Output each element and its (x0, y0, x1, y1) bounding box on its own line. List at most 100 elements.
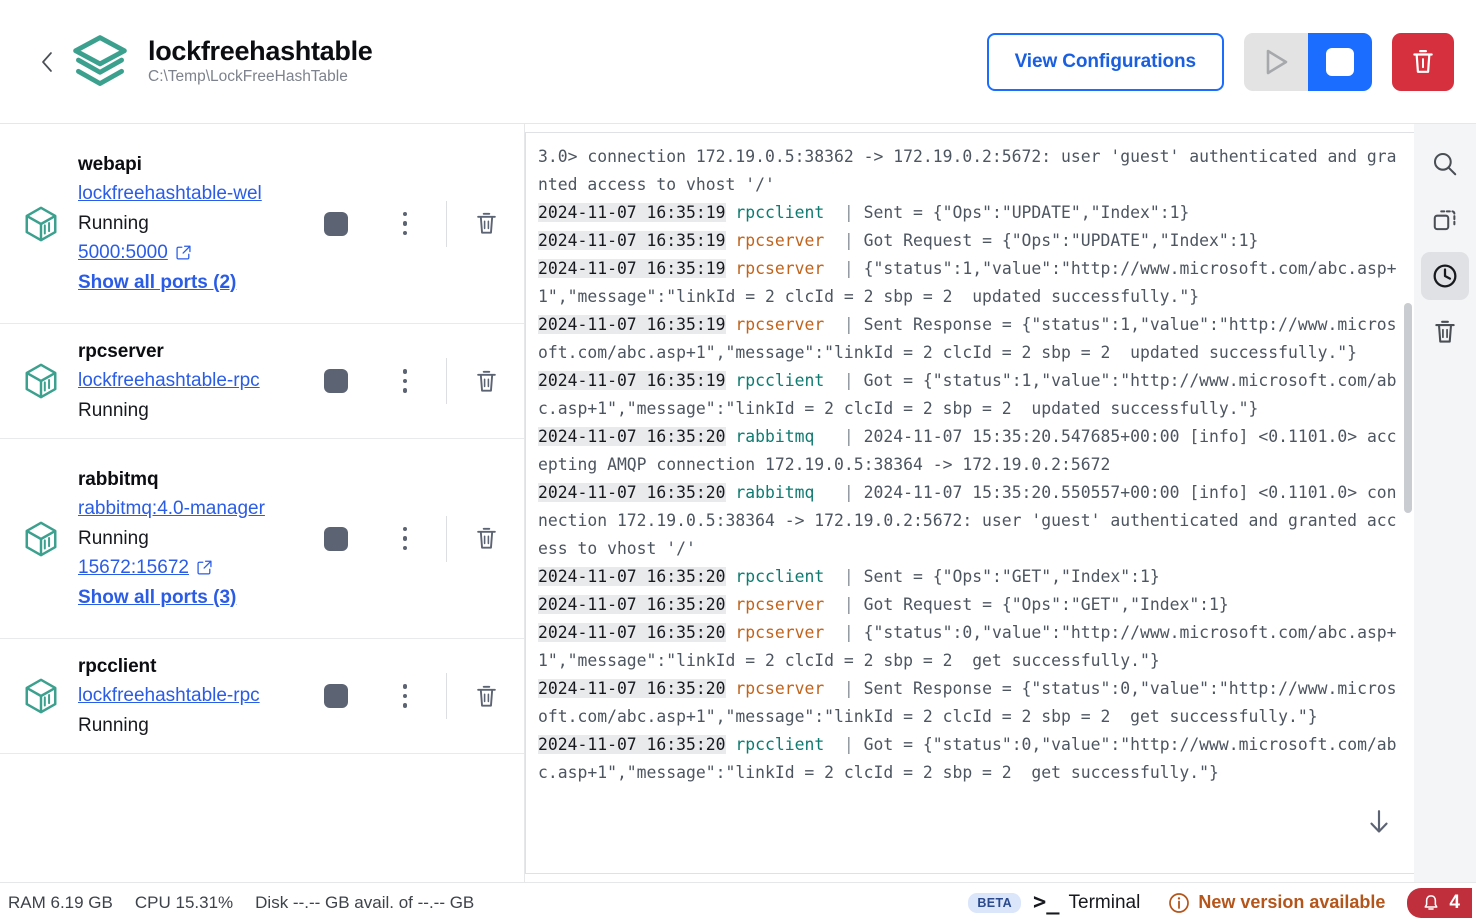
container-name: rpcserver (78, 340, 164, 362)
log-separator: | (824, 371, 864, 390)
log-separator: | (824, 735, 864, 754)
log-service-name: rpcserver (735, 623, 825, 642)
log-timestamp: 2024-11-07 16:35:20 (538, 595, 726, 614)
trash-icon (477, 685, 496, 707)
container-row-rpcclient[interactable]: rpcclient lockfreehashtable-rpc Running (0, 639, 524, 754)
container-stop-button[interactable] (324, 684, 348, 708)
action-divider (446, 200, 447, 247)
beta-badge: BETA (968, 892, 1022, 913)
container-menu-button[interactable] (382, 369, 428, 393)
container-delete-button[interactable] (473, 367, 500, 396)
disk-stat: Disk --.-- GB avail. of --.-- GB (255, 892, 475, 912)
start-button[interactable] (1244, 32, 1308, 91)
log-timestamp: 2024-11-07 16:35:20 (538, 623, 726, 642)
log-timestamp: 2024-11-07 16:35:19 (538, 231, 726, 250)
log-panel[interactable]: 3.0> connection 172.19.0.5:38362 -> 172.… (525, 132, 1414, 874)
main-body: webapi lockfreehashtable-wel Running 5000:5… (0, 124, 1476, 882)
action-divider (446, 673, 447, 719)
log-timestamp: 2024-11-07 16:35:19 (538, 259, 726, 278)
log-message: Got Request = {"Ops":"UPDATE","Index":1} (863, 231, 1259, 250)
trash-icon (1435, 320, 1455, 343)
notifications-badge[interactable]: 4 (1407, 887, 1472, 918)
log-message: 3.0> connection 172.19.0.5:38362 -> 172.… (538, 147, 1397, 194)
stop-icon (1326, 47, 1354, 76)
log-service-name: rabbitmq (735, 427, 815, 446)
trash-icon (477, 212, 496, 234)
container-row-rabbitmq[interactable]: rabbitmq rabbitmq:4.0-manager Running 15672… (0, 439, 524, 639)
show-all-ports-link[interactable]: Show all ports (3) (78, 587, 236, 608)
external-link-icon (197, 561, 212, 575)
log-line: 2024-11-07 16:35:20 rabbitmq | 2024-11-0… (538, 423, 1398, 479)
container-menu-button[interactable] (382, 211, 428, 236)
info-circle-icon (1169, 892, 1190, 913)
container-name: rpcclient (78, 655, 157, 677)
container-delete-button[interactable] (473, 209, 500, 238)
container-actions (324, 673, 500, 719)
container-stop-button[interactable] (324, 526, 348, 551)
new-version-notice[interactable]: New version available (1168, 892, 1385, 914)
log-service-name: rpcclient (735, 203, 825, 222)
container-status: Running (78, 212, 149, 234)
run-controls-group (1244, 32, 1372, 91)
scroll-to-bottom-button[interactable] (1362, 805, 1396, 839)
cpu-stat: CPU 15.31% (134, 892, 234, 912)
container-row-webapi[interactable]: webapi lockfreehashtable-wel Running 5000:5… (0, 124, 524, 324)
log-message: Got Request = {"Ops":"GET","Index":1} (863, 595, 1229, 614)
container-delete-button[interactable] (473, 524, 500, 553)
clear-logs-button[interactable] (1421, 308, 1469, 356)
container-row-rpcserver[interactable]: rpcserver lockfreehashtable-rpc Running (0, 324, 524, 439)
trash-icon (477, 527, 496, 549)
back-button[interactable] (30, 45, 64, 79)
log-tools-rail (1414, 124, 1476, 882)
terminal-button[interactable]: >_ Terminal (1033, 890, 1140, 915)
log-service-name: rabbitmq (735, 483, 815, 502)
container-name: webapi (78, 153, 142, 175)
container-stop-button[interactable] (324, 369, 348, 393)
search-logs-button[interactable] (1421, 140, 1469, 188)
port-link[interactable]: 15672:15672 (78, 553, 189, 582)
port-link[interactable]: 5000:5000 (78, 238, 168, 267)
trash-icon (1413, 49, 1433, 73)
log-line: 2024-11-07 16:35:20 rpcclient | Sent = {… (538, 563, 1398, 591)
log-separator: | (824, 595, 864, 614)
log-service-name: rpcclient (735, 371, 825, 390)
status-bar: RAM 6.19 GB CPU 15.31% Disk --.-- GB ava… (0, 882, 1476, 922)
log-scrollbar[interactable] (1404, 303, 1412, 513)
log-service-name: rpcserver (735, 315, 825, 334)
container-image-link[interactable]: lockfreehashtable-wel (78, 179, 324, 208)
log-timestamp: 2024-11-07 16:35:20 (538, 735, 726, 754)
container-image-link[interactable]: lockfreehashtable-rpc (78, 366, 324, 395)
external-link-icon (176, 246, 191, 260)
show-all-ports-link[interactable]: Show all ports (2) (78, 272, 236, 293)
container-status: Running (78, 714, 149, 736)
container-info: webapi lockfreehashtable-wel Running 5000:5… (78, 150, 324, 297)
log-line: 2024-11-07 16:35:19 rpcserver | {"status… (538, 255, 1398, 311)
log-area: 3.0> connection 172.19.0.5:38362 -> 172.… (525, 124, 1414, 882)
page-title: lockfreehashtable (148, 36, 373, 67)
stop-button[interactable] (1308, 32, 1372, 91)
container-cube-icon (25, 521, 57, 556)
log-separator: | (824, 315, 864, 334)
log-separator: | (824, 231, 864, 250)
log-scroll-region[interactable]: 3.0> connection 172.19.0.5:38362 -> 172.… (526, 133, 1414, 873)
log-line: 2024-11-07 16:35:20 rpcclient | Got = {"… (538, 731, 1398, 787)
container-status: Running (78, 527, 149, 549)
log-timestamps-button[interactable] (1421, 252, 1469, 300)
container-menu-button[interactable] (382, 526, 428, 551)
container-menu-button[interactable] (382, 684, 428, 708)
resource-stats: RAM 6.19 GB CPU 15.31% Disk --.-- GB ava… (6, 893, 474, 913)
trash-icon (477, 370, 496, 392)
copy-icon (1433, 210, 1456, 231)
view-configurations-button[interactable]: View Configurations (986, 32, 1224, 91)
container-image-link[interactable]: lockfreehashtable-rpc (78, 681, 324, 710)
delete-stack-button[interactable] (1392, 32, 1454, 91)
container-delete-button[interactable] (473, 682, 500, 711)
container-actions (324, 515, 500, 562)
copy-logs-button[interactable] (1421, 196, 1469, 244)
container-cube-icon (25, 678, 57, 714)
log-timestamp: 2024-11-07 16:35:20 (538, 483, 726, 502)
log-separator: | (814, 427, 864, 446)
container-stop-button[interactable] (324, 211, 348, 236)
container-image-link[interactable]: rabbitmq:4.0-manager (78, 494, 324, 523)
docker-compose-stack-icon (73, 34, 127, 86)
